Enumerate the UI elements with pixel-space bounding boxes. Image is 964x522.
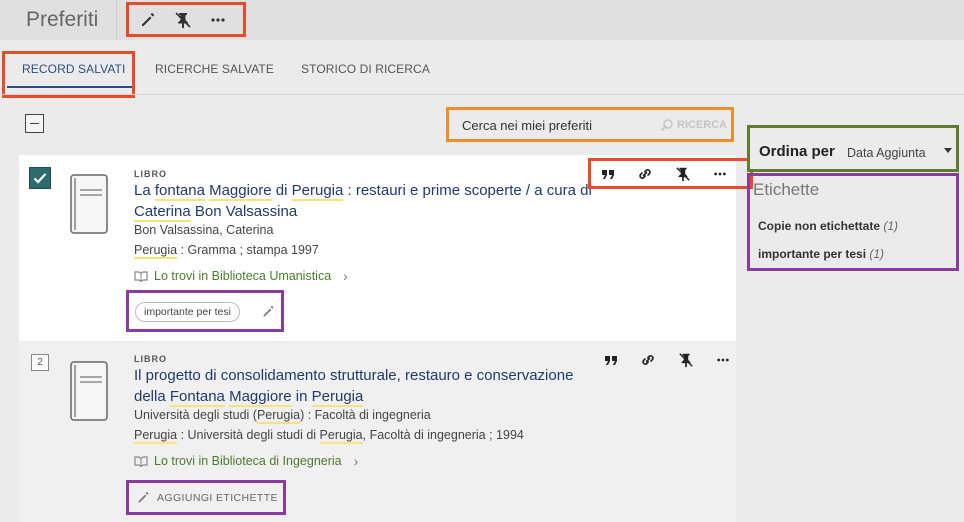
label-filter-importante[interactable]: importante per tesi (1) [758,247,884,261]
cite-icon[interactable] [604,354,618,366]
search-input[interactable]: Cerca nei miei preferiti [462,118,592,133]
open-book-icon [134,271,148,282]
record-type: LIBRO [134,354,167,364]
add-tags-label: AGGIUNGI ETICHETTE [157,491,278,504]
sort-dropdown[interactable]: Ordina per Data Aggiunta [747,125,959,172]
book-icon [70,174,108,234]
search-button[interactable]: RICERCA [660,118,727,132]
page-header: Preferiti [0,0,964,40]
chevron-right-icon: › [353,453,359,469]
labels-panel: Etichette Copie non etichettate (1) impo… [747,173,959,271]
edit-tags-icon[interactable] [262,305,275,318]
more-options-icon[interactable] [716,353,730,367]
active-tab-highlight [2,51,135,98]
book-icon [70,361,108,421]
search-button-label: RICERCA [677,119,728,131]
edit-icon[interactable] [140,12,156,28]
page-title: Preferiti [26,8,99,31]
record-author: Università degli studi (Perugia) : Facol… [134,408,431,424]
record-author: Bon Valsassina, Caterina [134,223,274,237]
record-checkbox[interactable] [29,167,51,189]
availability-link[interactable]: Lo trovi in Biblioteca Umanistica › [134,268,348,284]
record-item: LIBRO La fontana Maggiore di Perugia : r… [19,155,753,341]
edit-icon [137,491,150,504]
permalink-icon[interactable] [640,352,656,368]
record-title[interactable]: La fontana Maggiore di Perugia : restaur… [134,180,604,222]
record-publication: Perugia : Gramma ; stampa 1997 [134,243,319,259]
select-all-checkbox[interactable] [25,114,44,133]
search-icon [660,118,674,132]
unpin-icon[interactable] [675,166,691,182]
more-options-icon[interactable] [210,12,226,28]
unpin-icon[interactable] [174,11,192,29]
availability-text: Lo trovi in Biblioteca Umanistica [154,269,332,283]
availability-text: Lo trovi in Biblioteca di Ingegneria [154,454,342,468]
tag-chip[interactable]: importante per tesi [135,302,240,322]
caret-down-icon [944,148,952,153]
sort-label: Ordina per [759,143,835,160]
record-item: 2 LIBRO Il progetto di consolidamento st… [19,342,736,522]
tabs-divider [0,94,964,95]
label-filter-untagged[interactable]: Copie non etichettate (1) [758,219,898,233]
tab-bar: RECORD SALVATI RICERCHE SALVATE STORICO … [0,40,964,98]
favorites-search: Cerca nei miei preferiti RICERCA [446,107,734,142]
record-actions [588,158,753,189]
record-type: LIBRO [134,169,167,179]
open-book-icon [134,456,148,467]
record-number: 2 [31,354,49,371]
header-actions [126,2,246,37]
availability-link[interactable]: Lo trovi in Biblioteca di Ingegneria › [134,453,358,469]
checkmark-icon [33,173,47,184]
cite-icon[interactable] [601,168,615,180]
record-title[interactable]: Il progetto di consolidamento struttural… [134,365,604,407]
add-tags-button[interactable]: AGGIUNGI ETICHETTE [126,480,286,515]
unpin-icon[interactable] [678,352,694,368]
sort-value: Data Aggiunta [847,146,926,160]
tab-saved-searches[interactable]: RICERCHE SALVATE [155,62,274,76]
permalink-icon[interactable] [637,166,653,182]
header-divider [116,0,117,40]
labels-title: Etichette [753,180,820,199]
record-tags: importante per tesi [126,290,284,332]
chevron-right-icon: › [343,268,348,284]
tab-search-history[interactable]: STORICO DI RICERCA [301,62,430,76]
record-actions [604,352,730,368]
record-publication: Perugia : Università degli studi di Peru… [134,428,524,444]
more-options-icon[interactable] [713,167,727,181]
